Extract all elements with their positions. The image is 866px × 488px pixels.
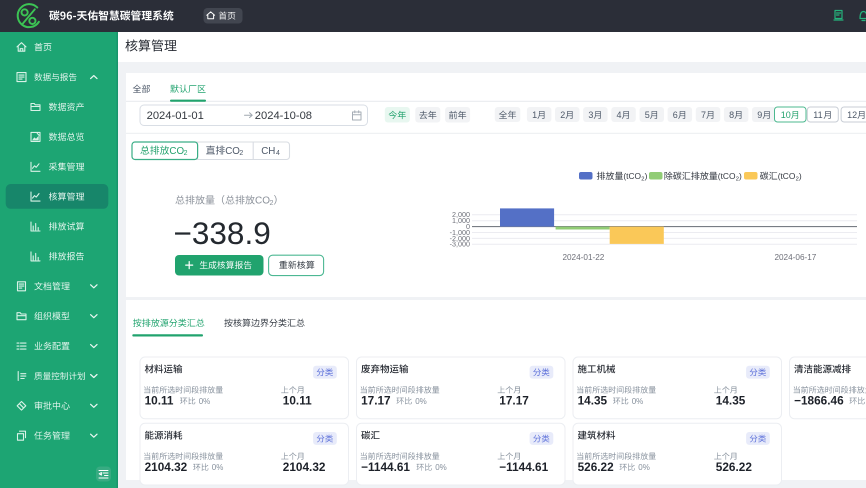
svg-text:2: 2	[270, 198, 274, 207]
svg-text:2104.32: 2104.32	[145, 460, 188, 474]
svg-text:CO: CO	[169, 146, 184, 157]
svg-text:1: 1	[532, 110, 537, 120]
svg-text:−1866.46: −1866.46	[794, 394, 844, 408]
svg-text:10.11: 10.11	[145, 394, 174, 408]
svg-text:6: 6	[673, 110, 678, 120]
svg-text:2024-10-08: 2024-10-08	[255, 110, 312, 122]
svg-text:2104.32: 2104.32	[283, 460, 326, 474]
svg-text:): )	[739, 171, 742, 181]
svg-text:): )	[645, 171, 648, 181]
svg-text:526.22: 526.22	[716, 460, 753, 474]
svg-text:4: 4	[617, 110, 622, 120]
svg-text:2024-01-01: 2024-01-01	[147, 110, 204, 122]
svg-text:10.11: 10.11	[283, 394, 312, 408]
svg-text:2: 2	[560, 110, 565, 120]
svg-text:(tCO: (tCO	[623, 171, 641, 181]
svg-text:17.17: 17.17	[499, 394, 529, 408]
svg-text:−1144.61: −1144.61	[361, 460, 410, 474]
svg-text:0%: 0%	[415, 397, 427, 406]
svg-text:CO: CO	[225, 146, 240, 157]
svg-text:14.35: 14.35	[578, 394, 608, 408]
svg-text:11: 11	[813, 110, 822, 120]
svg-text:14.35: 14.35	[716, 394, 746, 408]
svg-text:): )	[799, 171, 802, 181]
svg-text:−338.9: −338.9	[174, 215, 271, 251]
svg-text:3: 3	[588, 110, 593, 120]
svg-text:−1144.61: −1144.61	[499, 460, 548, 474]
svg-text:12: 12	[847, 110, 857, 120]
svg-text:0%: 0%	[638, 463, 650, 472]
svg-text:0%: 0%	[632, 397, 644, 406]
svg-text:5: 5	[645, 110, 650, 120]
svg-text:2: 2	[239, 150, 243, 157]
svg-text:0%: 0%	[199, 397, 211, 406]
svg-text:2024-01-22: 2024-01-22	[562, 253, 604, 262]
svg-text:CH: CH	[261, 146, 275, 157]
svg-text:17.17: 17.17	[361, 394, 391, 408]
svg-text:10: 10	[781, 110, 791, 120]
svg-text:(tCO: (tCO	[718, 171, 736, 181]
svg-text:2024-06-17: 2024-06-17	[774, 253, 816, 262]
svg-text:526.22: 526.22	[578, 460, 615, 474]
svg-text:9: 9	[757, 110, 762, 120]
svg-text:7: 7	[701, 110, 706, 120]
svg-text:(tCO: (tCO	[778, 171, 796, 181]
svg-text:0%: 0%	[212, 463, 224, 472]
svg-text:2: 2	[184, 150, 188, 157]
svg-text:8: 8	[729, 110, 734, 120]
svg-text:CO: CO	[255, 196, 270, 207]
svg-text:0%: 0%	[435, 463, 447, 472]
svg-text:-3,000: -3,000	[450, 240, 470, 249]
svg-text:4: 4	[276, 150, 280, 157]
